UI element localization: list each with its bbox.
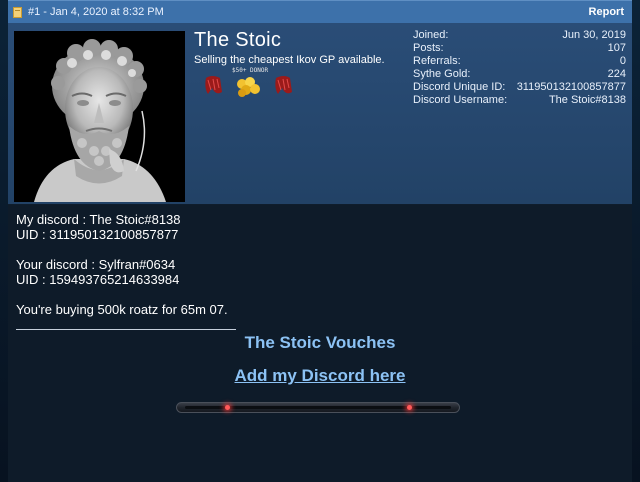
- avatar[interactable]: [14, 31, 185, 202]
- text-line: You're buying 500k roatz for 65m 07.: [16, 302, 228, 317]
- username[interactable]: The Stoic: [194, 29, 281, 52]
- stat-sythe-gold: Sythe Gold: 224: [413, 68, 626, 80]
- post-content: My discord : The Stoic#8138 UID : 311950…: [8, 205, 632, 482]
- forum-post: #1 - Jan 4, 2020 at 8:32 PM Report The S…: [8, 0, 632, 482]
- gold-coins-icon: [237, 77, 260, 97]
- stat-referrals: Referrals: 0: [413, 55, 626, 67]
- claw-icon: [205, 76, 222, 94]
- text-line: My discord : The Stoic#8138: [16, 212, 181, 227]
- user-info-panel: The Stoic Selling the cheapest Ikov GP a…: [8, 23, 632, 204]
- stat-discord-id: Discord Unique ID: 311950132100857877: [413, 81, 626, 93]
- avatar-bust-image: [14, 31, 185, 202]
- report-link[interactable]: Report: [589, 6, 624, 18]
- badge-text: $50+ DONOR: [232, 67, 269, 74]
- claw-icon: [275, 76, 292, 94]
- stat-discord-username: Discord Username: The Stoic#8138: [413, 94, 626, 106]
- text-line: UID : 311950132100857877: [16, 227, 179, 242]
- user-title: Selling the cheapest Ikov GP available.: [194, 54, 385, 66]
- user-stats: Joined: Jun 30, 2019 Posts: 107 Referrals:…: [413, 29, 626, 107]
- vouches-heading[interactable]: The Stoic Vouches: [8, 333, 632, 353]
- donor-badge: $50+ DONOR: [202, 66, 306, 100]
- divider-line: [16, 329, 236, 330]
- stat-posts: Posts: 107: [413, 42, 626, 54]
- post-header-text: #1 - Jan 4, 2020 at 8:32 PM: [28, 6, 164, 18]
- text-line: UID : 159493765214633984: [16, 272, 180, 287]
- post-header-bar: #1 - Jan 4, 2020 at 8:32 PM Report: [8, 0, 632, 23]
- discord-link-wrap: Add my Discord here: [8, 366, 632, 386]
- post-icon: [13, 6, 22, 18]
- decorative-divider: [176, 402, 460, 413]
- add-discord-link[interactable]: Add my Discord here: [235, 366, 406, 385]
- page-border-right: [632, 0, 640, 482]
- page-border-left: [0, 0, 8, 482]
- text-line: Your discord : Sylfran#0634: [16, 257, 176, 272]
- post-body: My discord : The Stoic#8138 UID : 311950…: [16, 212, 228, 317]
- stat-joined: Joined: Jun 30, 2019: [413, 29, 626, 41]
